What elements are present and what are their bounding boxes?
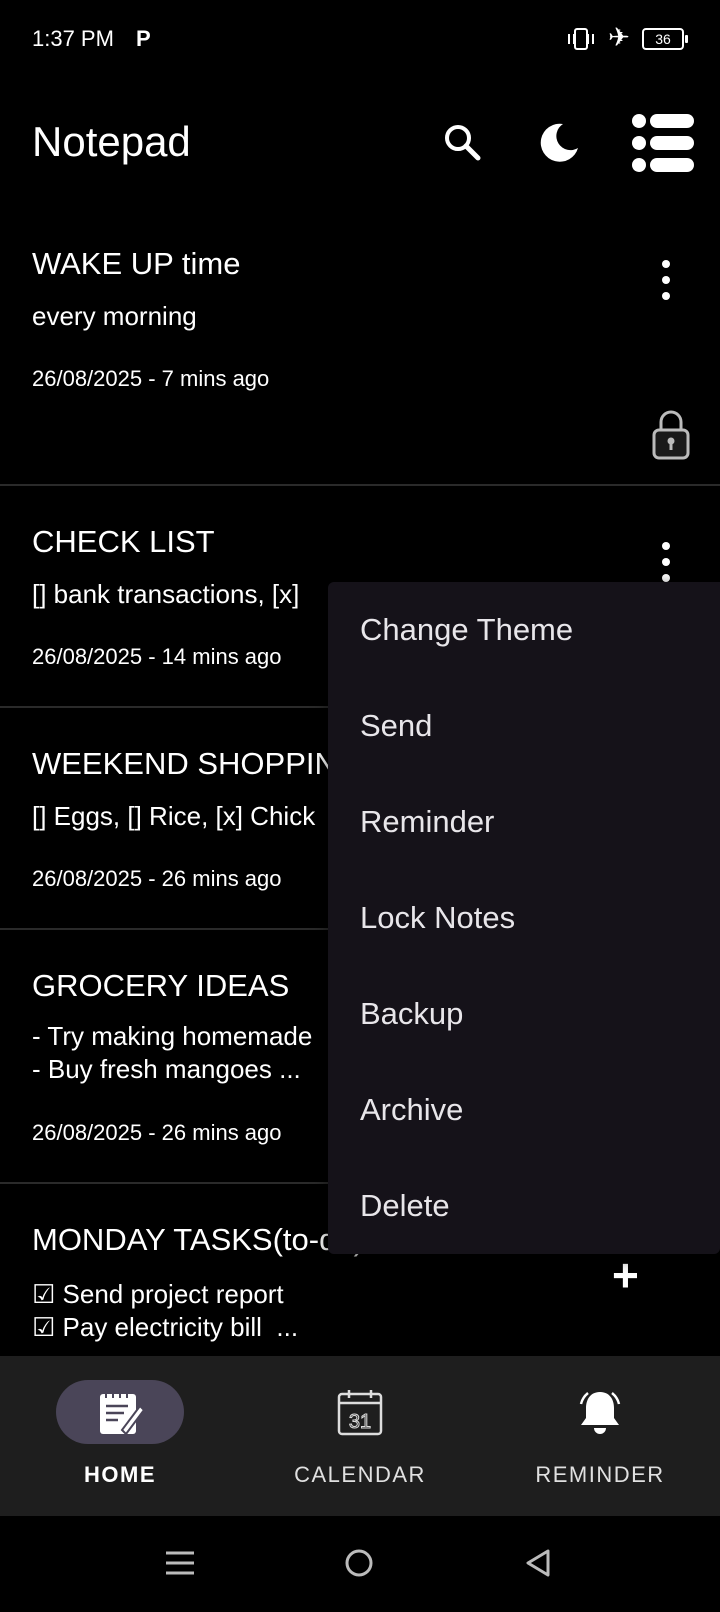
note-date: 26/08/2025 - 26 mins ago <box>32 866 282 891</box>
note-title: MONDAY TASKS(to-do) <box>32 1222 364 1257</box>
p-icon: P <box>136 26 151 51</box>
lock-icon <box>652 410 690 460</box>
nav-reminder[interactable]: REMINDER <box>480 1356 720 1516</box>
note-date: 26/08/2025 - 7 mins ago <box>32 366 270 391</box>
system-nav-bar <box>0 1516 720 1612</box>
search-icon[interactable] <box>440 120 484 164</box>
list-view-icon[interactable] <box>630 110 696 176</box>
note-more-icon[interactable] <box>656 258 676 302</box>
note-date: 26/08/2025 - 14 mins ago <box>32 644 282 669</box>
bell-icon <box>579 1392 621 1434</box>
menu-item-archive[interactable]: Archive <box>328 1062 720 1158</box>
note-title: WEEKEND SHOPPING <box>32 746 361 781</box>
note-body: - Try making homemade - Buy fresh mangoe… <box>32 1021 313 1084</box>
menu-item-backup[interactable]: Backup <box>328 966 720 1062</box>
note-body: every morning <box>32 301 197 331</box>
moon-icon[interactable] <box>536 118 584 166</box>
battery-icon: 36 <box>642 28 688 50</box>
nav-calendar[interactable]: 31 CALENDAR <box>240 1356 480 1516</box>
note-body: ☑ Send project report ☑ Pay electricity … <box>32 1279 299 1342</box>
nav-calendar-label: CALENDAR <box>294 1462 426 1487</box>
nav-home-label: HOME <box>84 1462 156 1487</box>
context-menu: Change Theme Send Reminder Lock Notes Ba… <box>328 582 720 1254</box>
page-title: Notepad <box>32 118 191 165</box>
nav-reminder-label: REMINDER <box>535 1462 665 1487</box>
note-body: [] Eggs, [] Rice, [x] Chick <box>32 801 316 831</box>
menu-item-change-theme[interactable]: Change Theme <box>328 582 720 678</box>
bottom-nav: HOME 31 CALENDAR REMINDER <box>0 1356 720 1516</box>
menu-icon[interactable] <box>166 1550 194 1576</box>
menu-item-send[interactable]: Send <box>328 678 720 774</box>
vibrate-icon <box>568 28 594 50</box>
note-title: CHECK LIST <box>32 524 215 559</box>
note-title: GROCERY IDEAS <box>32 968 290 1003</box>
note-body: [] bank transactions, [x] <box>32 579 300 609</box>
calendar-icon: 31 <box>337 1390 383 1436</box>
note-title: WAKE UP time <box>32 246 241 281</box>
menu-item-lock-notes[interactable]: Lock Notes <box>328 870 720 966</box>
menu-item-reminder[interactable]: Reminder <box>328 774 720 870</box>
nav-home[interactable]: HOME <box>0 1356 240 1516</box>
status-time: 1:37 PM <box>32 26 114 51</box>
home-circle-icon[interactable] <box>344 1548 374 1578</box>
note-date: 26/08/2025 - 26 mins ago <box>32 1120 282 1145</box>
airplane-icon: ✈ <box>608 22 630 52</box>
notepad-icon <box>100 1390 144 1436</box>
note-more-icon[interactable] <box>656 540 676 584</box>
add-note-icon[interactable]: + <box>612 1252 639 1298</box>
note-card[interactable]: WAKE UP time every morning 26/08/2025 - … <box>0 212 720 486</box>
back-triangle-icon[interactable] <box>524 1548 552 1578</box>
menu-item-delete[interactable]: Delete <box>328 1158 720 1254</box>
calendar-day: 31 <box>349 1411 371 1433</box>
